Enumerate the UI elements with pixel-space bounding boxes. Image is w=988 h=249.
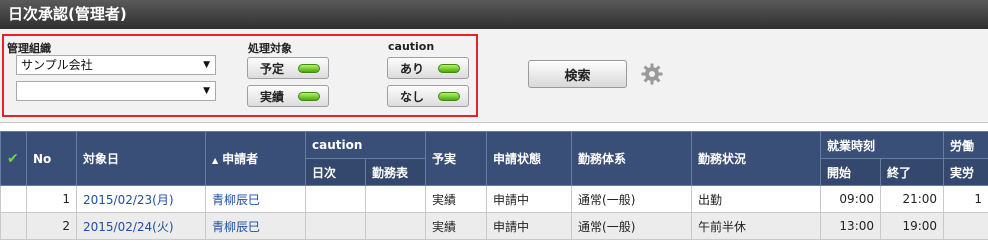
cell-yojitsu: 実績 [425,185,488,213]
applicant-link[interactable]: 青柳辰巳 [212,193,260,207]
cell-status: 申請中 [486,212,573,240]
caution-label: caution [388,40,435,53]
col-actual[interactable]: 実労 [943,158,988,186]
col-caution-nichiji[interactable]: 日次 [305,158,366,186]
target-yotei-label: 予定 [260,61,285,76]
date-link[interactable]: 2015/02/24(火) [83,220,174,234]
col-work-system[interactable]: 勤務体系 [571,131,693,186]
toggle-on-indicator-icon [438,92,460,101]
chevron-down-icon: ▼ [203,60,210,70]
cell-end: 21:00 [880,185,945,213]
cell-applicant[interactable]: 青柳辰巳 [205,212,306,240]
approval-table: ✔ No 対象日 ▲ 申請者 caution 予実 申請状態 勤務体系 勤務状況 … [0,131,988,240]
toggle-on-indicator-icon [298,64,320,73]
cell-nichiji [305,185,366,213]
cell-status: 申請中 [486,185,573,213]
toggle-on-indicator-icon [298,92,320,101]
cell-system: 通常(一般) [571,185,693,213]
chevron-down-icon: ▼ [203,86,210,96]
col-applicant[interactable]: ▲ 申請者 [205,131,306,186]
col-yojitsu[interactable]: 予実 [425,131,488,186]
cell-start: 09:00 [820,185,882,213]
search-button[interactable]: 検索 [528,60,627,88]
cell-yojitsu: 実績 [425,212,488,240]
row-select[interactable] [0,185,27,213]
col-status[interactable]: 申請状態 [486,131,573,186]
cell-kinmuhyo [364,185,427,213]
col-caution: caution [304,131,427,159]
cell-nichiji [305,212,366,240]
search-panel: 管理組織 サンプル会社 ▼ ▼ 処理対象 予定 実績 caution あり なし… [0,29,988,123]
target-jisseki-label: 実績 [260,89,285,104]
toggle-on-indicator-icon [438,64,460,73]
cell-kinmuhyo [364,212,427,240]
page-title: 日次承認(管理者) [0,0,988,29]
org-label: 管理組織 [7,42,51,55]
cell-start: 13:00 [820,212,882,240]
target-label: 処理対象 [248,42,292,55]
org-sub-select[interactable]: ▼ [16,81,216,101]
col-no[interactable]: No [26,131,77,186]
cell-actual: 1 [943,185,988,213]
sort-asc-icon: ▲ [212,156,219,165]
check-icon: ✔ [7,150,19,167]
col-applicant-label: 申請者 [222,152,259,166]
col-date[interactable]: 対象日 [76,131,206,186]
cell-date[interactable]: 2015/02/23(月) [76,185,206,213]
date-link[interactable]: 2015/02/23(月) [83,193,174,207]
select-all-header[interactable]: ✔ [0,131,27,186]
col-end[interactable]: 終了 [880,158,945,186]
applicant-link[interactable]: 青柳辰巳 [212,220,260,234]
org-select[interactable]: サンプル会社 ▼ [16,55,216,75]
cell-no: 1 [26,185,77,213]
cell-no: 2 [26,212,77,240]
row-select[interactable] [0,212,27,240]
caution-nashi-label: なし [400,89,425,104]
col-caution-kinmuhyo[interactable]: 勤務表 [364,158,427,186]
table-row[interactable]: 1 2015/02/23(月) 青柳辰巳 実績 申請中 通常(一般) 出勤 09… [0,185,988,213]
cell-date[interactable]: 2015/02/24(火) [76,212,206,240]
target-yotei-toggle[interactable]: 予定 [247,57,329,79]
col-work-time: 就業時刻 [820,131,945,159]
cell-system: 通常(一般) [571,212,693,240]
cell-state: 午前半休 [691,212,822,240]
caution-nashi-toggle[interactable]: なし [387,85,469,107]
col-start[interactable]: 開始 [820,158,882,186]
cell-end: 19:00 [880,212,945,240]
gear-icon[interactable] [640,62,664,86]
cell-actual [943,212,988,240]
target-jisseki-toggle[interactable]: 実績 [247,85,329,107]
col-work-state[interactable]: 勤務状況 [691,131,822,186]
cell-applicant[interactable]: 青柳辰巳 [205,185,306,213]
col-labor: 労働 [943,131,988,159]
caution-ari-label: あり [400,61,425,76]
cell-state: 出勤 [691,185,822,213]
org-select-value: サンプル会社 [21,58,93,72]
caution-ari-toggle[interactable]: あり [387,57,469,79]
table-row[interactable]: 2 2015/02/24(火) 青柳辰巳 実績 申請中 通常(一般) 午前半休 … [0,212,988,240]
